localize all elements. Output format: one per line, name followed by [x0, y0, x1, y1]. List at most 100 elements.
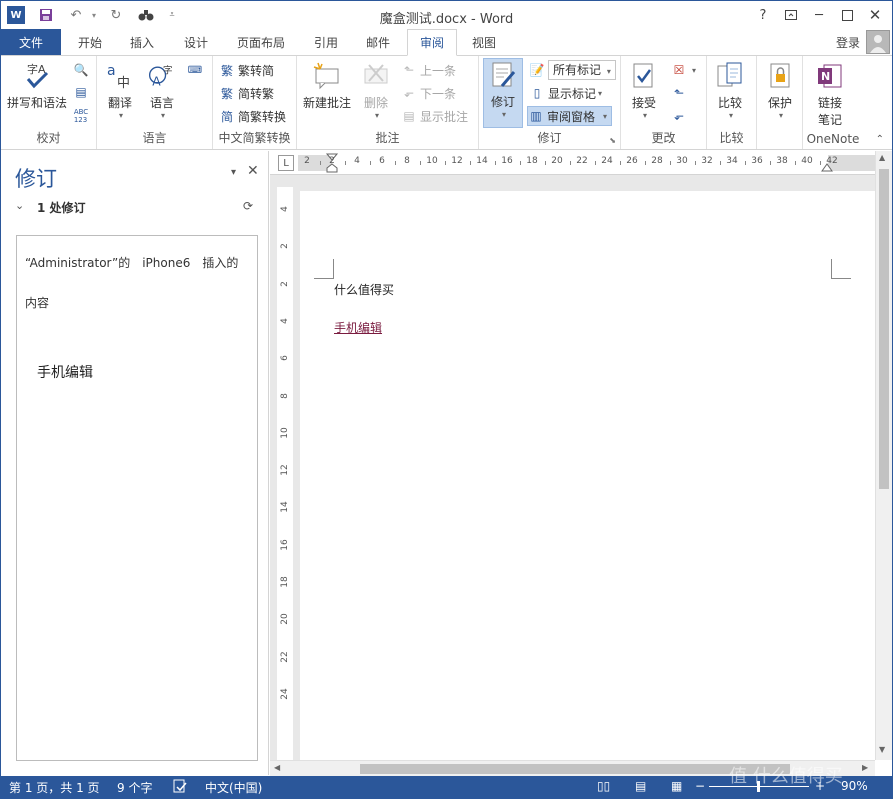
- word-count-icon[interactable]: ABC 123: [73, 106, 92, 126]
- next-comment-button[interactable]: ⬐ 下一条: [401, 83, 456, 103]
- collapse-ribbon-icon[interactable]: ⌃: [876, 134, 884, 145]
- protect-button[interactable]: 保护 ▾: [765, 60, 795, 120]
- prev-comment-button[interactable]: ⬑ 上一条: [401, 60, 456, 80]
- spelling-button[interactable]: 字A 拼写和语法: [7, 60, 67, 111]
- read-mode-icon[interactable]: ▯▯: [597, 779, 610, 793]
- tab-view[interactable]: 视图: [461, 29, 507, 55]
- zoom-level[interactable]: 90%: [841, 779, 868, 793]
- vertical-ruler-number: 20: [280, 613, 290, 626]
- ruler-number: 28: [651, 156, 663, 166]
- tab-references[interactable]: 引用: [303, 29, 349, 55]
- show-markup-button[interactable]: ▯ 显示标记 ▾: [529, 83, 602, 103]
- compare-button[interactable]: 比较 ▾: [715, 60, 745, 120]
- language-button[interactable]: A字 语言 ▾: [147, 60, 177, 120]
- delete-comment-button[interactable]: 删除 ▾: [361, 60, 391, 120]
- scroll-up-icon[interactable]: ▲: [879, 153, 885, 162]
- ruler-number: 8: [404, 156, 410, 166]
- minimize-icon[interactable]: ─: [809, 5, 829, 25]
- tab-mailings[interactable]: 邮件: [355, 29, 401, 55]
- group-protect: 保护 ▾: [757, 56, 803, 149]
- print-layout-icon[interactable]: ▤: [635, 779, 646, 793]
- sign-in-link[interactable]: 登录: [836, 34, 860, 51]
- revision-author[interactable]: “Administrator”的 iPhone6 插入的: [25, 254, 238, 271]
- reject-icon[interactable]: ☒ ▾: [671, 60, 696, 80]
- thesaurus-icon[interactable]: ▤: [73, 82, 92, 102]
- zoom-out-icon[interactable]: −: [695, 779, 705, 793]
- document-page[interactable]: 什么值得买 手机编辑: [300, 191, 875, 760]
- refresh-icon[interactable]: ⟳: [243, 199, 253, 213]
- tab-selector[interactable]: L: [278, 155, 294, 171]
- show-comments-icon: ▤: [403, 109, 415, 123]
- proofing-status-icon[interactable]: [173, 779, 187, 796]
- reviewing-pane-label: 审阅窗格: [547, 109, 596, 124]
- horizontal-ruler[interactable]: L 2 2 4 6 8 10 12 14 16 18 20 22 24 26 28 30 32 34 36 38 40 4…: [270, 151, 875, 175]
- markup-select[interactable]: 所有标记 ▾: [548, 60, 616, 80]
- web-layout-icon[interactable]: ▦: [671, 779, 682, 793]
- track-dropdown-icon[interactable]: ▾: [502, 110, 506, 119]
- accept-dropdown-icon[interactable]: ▾: [643, 111, 647, 120]
- tracking-options-launcher-icon[interactable]: ⬊: [609, 136, 616, 145]
- prev-comment-icon: ⬑: [403, 63, 415, 77]
- tab-insert[interactable]: 插入: [119, 29, 165, 55]
- tab-home[interactable]: 开始: [67, 29, 113, 55]
- collapse-revisions-icon[interactable]: ⌄: [15, 199, 24, 212]
- close-icon[interactable]: ✕: [865, 5, 885, 25]
- horizontal-scroll-thumb[interactable]: [360, 764, 790, 774]
- simp-to-trad-button[interactable]: 繁简转繁: [219, 83, 274, 103]
- linked-notes-button[interactable]: N 链接 笔记: [815, 60, 845, 128]
- next-change-icon[interactable]: ⬐: [671, 106, 690, 126]
- scroll-left-icon[interactable]: ◀: [274, 763, 280, 772]
- pane-options-icon[interactable]: ▾: [231, 167, 236, 178]
- ribbon-display-icon[interactable]: [781, 5, 801, 25]
- keyboard-icon[interactable]: ⌨: [187, 60, 206, 80]
- svg-text:字: 字: [163, 63, 173, 76]
- convert-button[interactable]: 简简繁转换: [219, 106, 286, 126]
- delete-dropdown-icon[interactable]: ▾: [375, 111, 379, 120]
- convert-icon: 简: [220, 109, 233, 124]
- maximize-icon[interactable]: [837, 5, 857, 25]
- track-changes-button[interactable]: 修订 ▾: [483, 58, 523, 128]
- research-icon[interactable]: 🔍: [73, 60, 92, 80]
- translate-button[interactable]: a中 翻译 ▾: [105, 60, 135, 120]
- page-count[interactable]: 第 1 页，共 1 页: [9, 779, 100, 796]
- protect-dropdown-icon[interactable]: ▾: [779, 111, 783, 120]
- show-markup-dropdown-icon: ▾: [598, 88, 603, 98]
- scroll-down-icon[interactable]: ▼: [879, 745, 885, 754]
- vertical-scrollbar[interactable]: ▲ ▼: [875, 151, 892, 760]
- translate-dropdown-icon[interactable]: ▾: [119, 111, 123, 120]
- ruler-tick: [719, 161, 721, 165]
- tab-design[interactable]: 设计: [173, 29, 219, 55]
- ruler-tick: [819, 161, 821, 165]
- language-dropdown-icon[interactable]: ▾: [161, 111, 165, 120]
- compare-dropdown-icon[interactable]: ▾: [729, 111, 733, 120]
- group-compare: 比较 ▾ 比较: [707, 56, 757, 149]
- markup-combo[interactable]: 📝 所有标记 ▾: [529, 60, 616, 80]
- accept-button[interactable]: 接受 ▾: [629, 60, 659, 120]
- show-comments-button[interactable]: ▤ 显示批注: [401, 106, 468, 126]
- track-changes-icon: [488, 59, 518, 91]
- inserted-paragraph[interactable]: 手机编辑: [334, 319, 382, 336]
- new-comment-button[interactable]: 新建批注: [303, 60, 351, 111]
- scroll-right-icon[interactable]: ▶: [862, 763, 868, 772]
- group-chinese-conversion: 繁繁转简 繁简转繁 简简繁转换 中文简繁转换: [213, 56, 297, 149]
- tab-review[interactable]: 审阅: [407, 29, 457, 56]
- revision-inserted-text[interactable]: 手机编辑: [37, 362, 93, 382]
- avatar[interactable]: [866, 30, 890, 54]
- tab-file[interactable]: 文件: [1, 29, 61, 55]
- reviewing-pane-button[interactable]: ▥ 审阅窗格 ▾: [527, 106, 613, 126]
- language-status[interactable]: 中文(中国): [205, 779, 262, 796]
- ruler-number: 32: [701, 156, 713, 166]
- previous-change-icon[interactable]: ⬑: [671, 83, 690, 103]
- word-count[interactable]: 9 个字: [117, 779, 152, 796]
- revision-type: 内容: [25, 296, 50, 310]
- paragraph-1[interactable]: 什么值得买: [334, 281, 394, 298]
- trad-to-simp-button[interactable]: 繁繁转简: [219, 60, 274, 80]
- vertical-scroll-thumb[interactable]: [879, 169, 889, 489]
- tab-layout[interactable]: 页面布局: [227, 29, 295, 55]
- ruler-tick: [694, 161, 696, 165]
- help-icon[interactable]: ?: [753, 5, 773, 25]
- word-window: W ↶ ▾ ↻ ⩡ 魔盒测试.docx - Word ? ─ ✕ 文件 开始 插…: [0, 0, 893, 799]
- pane-close-icon[interactable]: ✕: [247, 163, 259, 179]
- ruler-number: 12: [451, 156, 463, 166]
- group-proofing: 字A 拼写和语法 🔍 ▤ ABC 123 校对: [1, 56, 97, 149]
